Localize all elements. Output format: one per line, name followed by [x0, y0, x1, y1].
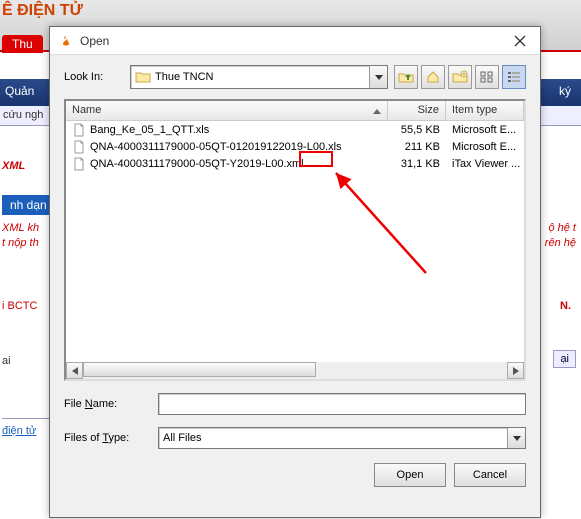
chevron-down-icon [375, 75, 383, 80]
chevron-right-icon [513, 367, 519, 375]
bg-link-dientu[interactable]: điện tử [2, 418, 52, 437]
filetype-label: Files of Type: [64, 432, 152, 444]
column-name[interactable]: Name [66, 101, 388, 120]
scroll-left-button[interactable] [66, 362, 83, 379]
chevron-left-icon [72, 367, 78, 375]
filetype-combo[interactable]: All Files [158, 427, 526, 449]
bg-red-text-r2: rên hệ [545, 237, 576, 249]
file-size: 55,5 KB [388, 123, 446, 137]
open-button[interactable]: Open [374, 463, 446, 487]
file-type: iTax Viewer ... [446, 157, 524, 171]
bg-red-tab: Thu [2, 35, 43, 53]
column-size[interactable]: Size [388, 101, 446, 120]
lookin-label: Look In: [64, 71, 124, 83]
file-icon [72, 123, 86, 137]
file-type: Microsoft E... [446, 123, 524, 137]
java-icon [58, 33, 74, 49]
bg-subnav-left: cứu ngh [3, 109, 43, 121]
file-type: Microsoft E... [446, 140, 524, 154]
new-folder-icon [452, 70, 468, 84]
bg-title-fragment: Ê ĐIỆN TỬ [2, 2, 83, 20]
folder-icon [135, 70, 151, 84]
cancel-button[interactable]: Cancel [454, 463, 526, 487]
file-icon [72, 157, 86, 171]
file-list[interactable]: Name Size Item type Bang_Ke_05_1_QTT.xls… [64, 99, 526, 381]
bg-red-text-3: i BCTC [2, 300, 37, 312]
up-folder-button[interactable] [394, 65, 418, 89]
file-name: Bang_Ke_05_1_QTT.xls [90, 124, 209, 136]
open-dialog: Open Look In: Thue TNCN [49, 26, 541, 518]
bg-section-heading: nh dạn [2, 195, 55, 215]
annotation-arrow [326, 163, 436, 283]
list-view-button[interactable] [475, 65, 499, 89]
filetype-dropdown-arrow[interactable] [507, 428, 525, 448]
details-view-button[interactable] [502, 65, 526, 89]
file-icon [72, 140, 86, 154]
bg-red-text-1: XML kh [2, 222, 39, 234]
horizontal-scrollbar[interactable] [66, 362, 524, 379]
file-row[interactable]: QNA-4000311179000-05QT-Y2019-L00.xml 31,… [66, 155, 524, 172]
bg-xml-label: XML [2, 160, 25, 172]
chevron-down-icon [513, 436, 521, 441]
titlebar: Open [50, 27, 540, 55]
file-list-header: Name Size Item type [66, 101, 524, 121]
bg-red-text-2: t nộp th [2, 237, 39, 249]
scroll-thumb[interactable] [83, 362, 316, 377]
file-row[interactable]: Bang_Ke_05_1_QTT.xls 55,5 KB Microsoft E… [66, 121, 524, 138]
dialog-title: Open [80, 34, 508, 48]
bg-button-ai[interactable]: ại [553, 350, 576, 368]
bg-label-ai: ai [2, 355, 11, 367]
details-view-icon [507, 71, 521, 83]
filetype-value: All Files [163, 432, 507, 444]
filename-label: File Name: [64, 398, 152, 410]
file-size: 211 KB [388, 140, 446, 154]
bg-red-text-r1: ộ hệ t [548, 222, 576, 234]
lookin-combo[interactable]: Thue TNCN [130, 65, 388, 89]
file-name: QNA-4000311179000-05QT-Y2019-L00.xml [90, 158, 304, 170]
home-icon [426, 70, 440, 84]
home-button[interactable] [421, 65, 445, 89]
filename-input[interactable] [158, 393, 526, 415]
lookin-value: Thue TNCN [155, 71, 369, 83]
file-row[interactable]: QNA-4000311179000-05QT-012019122019-L00.… [66, 138, 524, 155]
column-type[interactable]: Item type [446, 101, 524, 120]
close-icon [514, 35, 526, 47]
close-button[interactable] [508, 32, 532, 50]
list-view-icon [480, 71, 494, 83]
bg-nav-right: ký [559, 84, 571, 98]
new-folder-button[interactable] [448, 65, 472, 89]
bg-nav-left: Quản [5, 84, 34, 98]
up-folder-icon [398, 70, 414, 84]
bg-red-text-r3: N. [560, 300, 571, 312]
scroll-right-button[interactable] [507, 362, 524, 379]
lookin-dropdown-arrow[interactable] [369, 66, 387, 88]
